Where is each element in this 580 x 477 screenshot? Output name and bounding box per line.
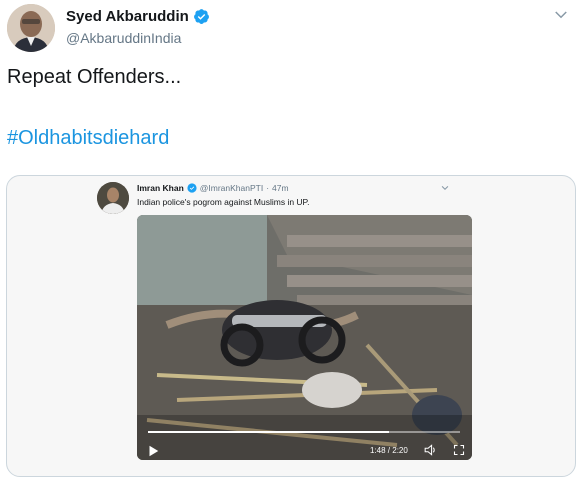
video-progress-fill [148,431,389,433]
quoted-separator: · [266,183,270,193]
author-name[interactable]: Syed Akbaruddin [66,8,189,25]
play-icon[interactable] [146,444,160,458]
tweet-text: Repeat Offenders... [7,66,182,88]
author-avatar[interactable] [7,4,55,52]
video-progress-bar[interactable] [148,431,460,433]
author-name-row[interactable]: Syed Akbaruddin [66,8,210,25]
video-player[interactable] [137,215,472,460]
chevron-down-icon[interactable] [552,6,570,24]
quoted-timestamp[interactable]: 47m [272,183,289,193]
quoted-author-row[interactable]: Imran Khan @ImranKhanPTI · 47m [137,183,289,193]
video-frame [137,215,472,460]
verified-badge-icon [187,183,197,193]
quoted-author-name[interactable]: Imran Khan [137,183,184,193]
chevron-down-icon[interactable] [440,183,450,193]
verified-badge-icon [193,9,209,24]
fullscreen-icon[interactable] [453,444,465,456]
hashtag-link[interactable]: #Oldhabitsdiehard [7,127,169,150]
volume-icon[interactable] [424,444,438,456]
video-timestamp: 1:48 / 2:20 [370,446,408,455]
quoted-author-handle[interactable]: @ImranKhanPTI [200,183,263,193]
quoted-author-avatar[interactable] [97,182,129,214]
quoted-tweet-text: Indian police's pogrom against Muslims i… [137,197,310,207]
author-handle[interactable]: @AkbaruddinIndia [66,30,181,46]
